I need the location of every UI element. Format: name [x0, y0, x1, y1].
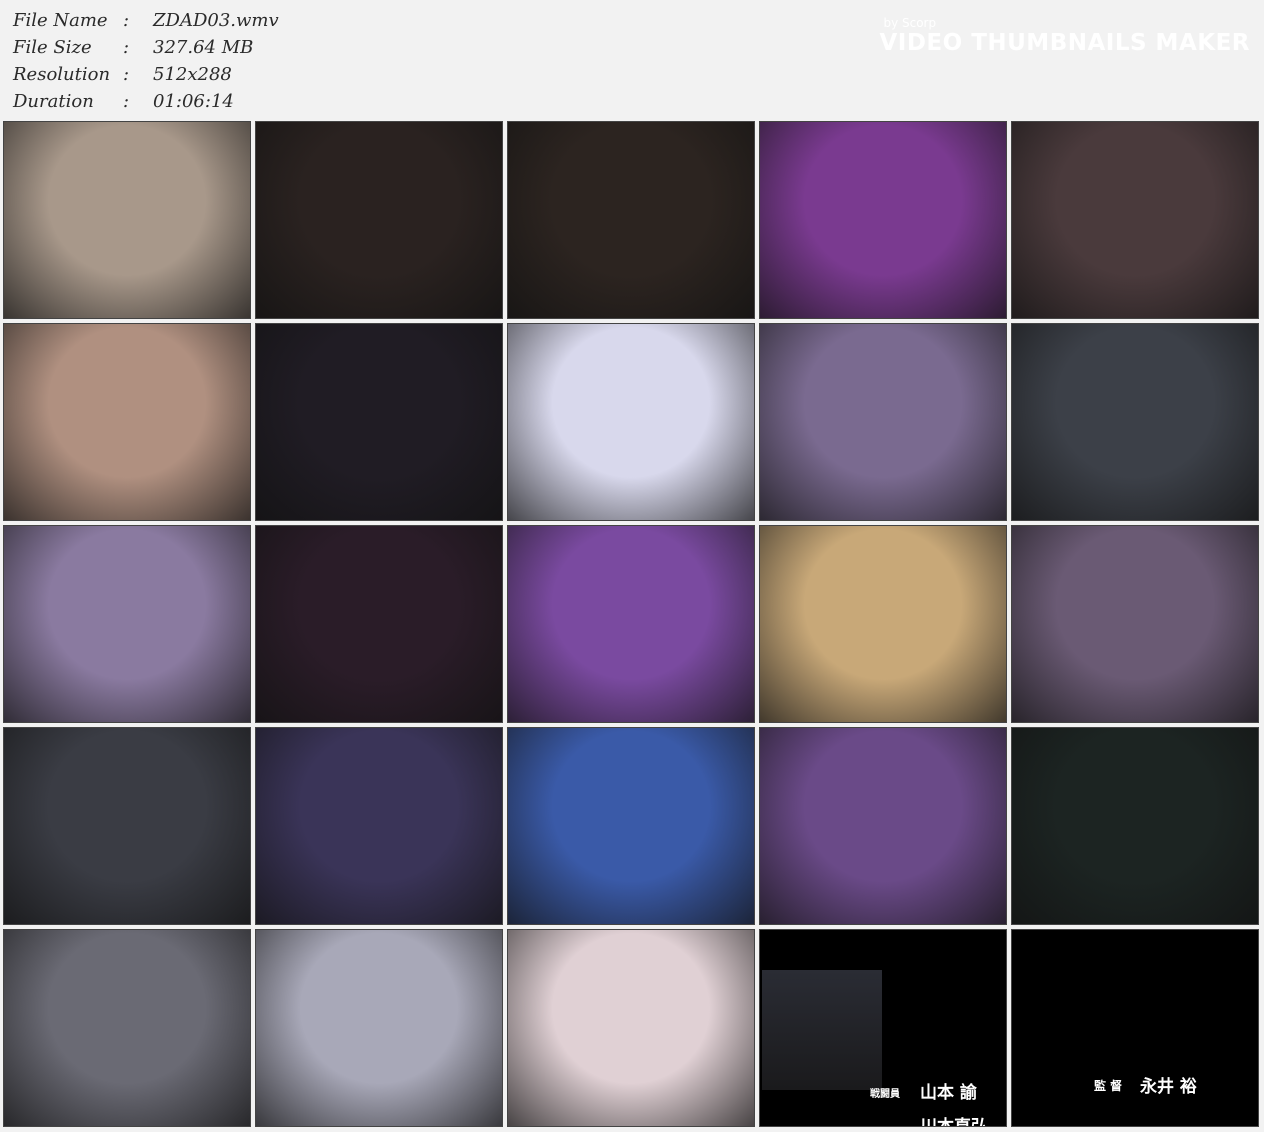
thumbnail-grid: 戦闘員 山本 諭川本直弘 監 督 永井 裕 [3, 121, 1259, 1127]
video-thumbnail [3, 323, 251, 521]
video-thumbnail [759, 727, 1007, 925]
separator: : [123, 10, 130, 31]
credit-name: 川本直弘 [920, 1117, 988, 1127]
separator: : [123, 64, 130, 85]
credit-name: 山本 諭 [920, 1083, 977, 1103]
video-thumbnail [507, 727, 755, 925]
video-thumbnail [759, 121, 1007, 319]
file-name-label: File Name [13, 10, 108, 31]
credit-role: 監 督 [1094, 1079, 1123, 1093]
video-thumbnail [255, 323, 503, 521]
info-row-file-name: File Name : ZDAD03.wmv [13, 7, 279, 34]
duration-value: 01:06:14 [153, 91, 234, 112]
video-thumbnail [759, 323, 1007, 521]
video-thumbnail [255, 121, 503, 319]
separator: : [123, 91, 130, 112]
file-size-label: File Size [13, 37, 92, 58]
brand-title: VIDEO THUMBNAILS MAKER [879, 30, 1250, 56]
info-row-duration: Duration : 01:06:14 [13, 88, 279, 115]
video-thumbnail [255, 727, 503, 925]
video-thumbnail [507, 525, 755, 723]
video-thumbnail [3, 727, 251, 925]
credit-role: 戦闘員 [870, 1089, 900, 1100]
resolution-value: 512x288 [153, 64, 232, 85]
video-thumbnail [507, 121, 755, 319]
file-name-value: ZDAD03.wmv [153, 10, 279, 31]
video-thumbnail [255, 929, 503, 1127]
file-size-value: 327.64 MB [153, 37, 254, 58]
video-thumbnail: 戦闘員 山本 諭川本直弘 [759, 929, 1007, 1127]
video-thumbnail [507, 929, 755, 1127]
video-thumbnail [3, 525, 251, 723]
video-thumbnail: 監 督 永井 裕 [1011, 929, 1259, 1127]
info-row-file-size: File Size : 327.64 MB [13, 34, 279, 61]
video-thumbnail [1011, 323, 1259, 521]
duration-label: Duration [13, 91, 94, 112]
credit-name: 永井 裕 [1140, 1077, 1197, 1097]
file-info-panel: File Name : ZDAD03.wmv File Size : 327.6… [13, 7, 279, 115]
video-thumbnail [255, 525, 503, 723]
video-thumbnail [3, 121, 251, 319]
resolution-label: Resolution [13, 64, 111, 85]
video-thumbnail [3, 929, 251, 1127]
video-thumbnail [1011, 121, 1259, 319]
info-row-resolution: Resolution : 512x288 [13, 61, 279, 88]
video-thumbnail [507, 323, 755, 521]
separator: : [123, 37, 130, 58]
video-thumbnail [1011, 525, 1259, 723]
video-thumbnail [1011, 727, 1259, 925]
brand-watermark: by Scorp VIDEO THUMBNAILS MAKER [879, 16, 1250, 56]
brand-byline: by Scorp [883, 16, 937, 30]
video-thumbnail [759, 525, 1007, 723]
inset-frame [762, 970, 882, 1090]
